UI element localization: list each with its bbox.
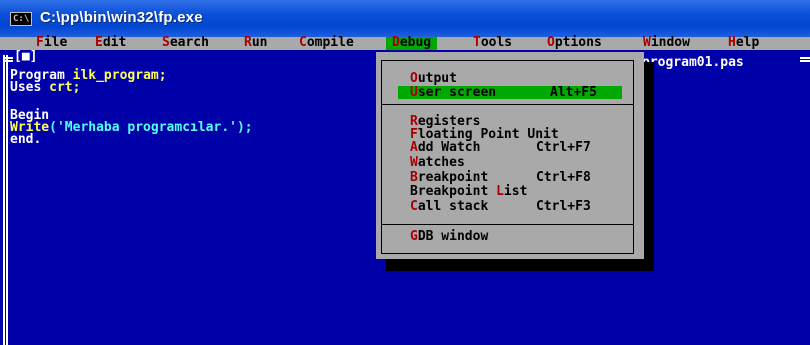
- editor-frame-top: [3, 57, 13, 62]
- debug-item-output[interactable]: Output: [410, 71, 457, 86]
- debug-item-call-stack[interactable]: Call stack Ctrl+F3: [410, 199, 591, 214]
- menu-hotkey: E: [95, 35, 103, 50]
- debug-item-add-watch[interactable]: Add Watch Ctrl+F7: [410, 140, 591, 155]
- editor-frame-left: [3, 55, 8, 345]
- menu-label: ompile: [306, 35, 354, 50]
- code-line-6[interactable]: end.: [10, 132, 42, 147]
- item-shortcut: Alt+F5: [550, 85, 597, 100]
- menu-hotkey: W: [643, 35, 651, 50]
- item-hotkey: G: [410, 229, 418, 244]
- item-hotkey: A: [410, 140, 418, 155]
- icon-text: C:\: [13, 14, 30, 24]
- menu-run[interactable]: Run: [242, 35, 269, 50]
- code-string: ('Merhaba programcılar.');: [49, 120, 253, 135]
- editor-filename: program01.pas: [642, 55, 744, 70]
- menu-file[interactable]: File: [34, 35, 69, 50]
- menu-hotkey: F: [36, 35, 44, 50]
- menu-hotkey: H: [728, 35, 736, 50]
- code-identifier: ilk_program;: [72, 68, 167, 83]
- item-label: Breakpoint: [410, 184, 497, 199]
- debug-item-gdb-window[interactable]: GDB window: [410, 229, 489, 244]
- item-hotkey: U: [410, 85, 418, 100]
- dropdown-separator: [381, 104, 634, 105]
- item-shortcut: Ctrl+F3: [536, 199, 591, 214]
- console-window-icon[interactable]: C:\: [10, 12, 32, 26]
- menu-label: earch: [169, 35, 209, 50]
- item-hotkey: B: [410, 170, 418, 185]
- title-bar[interactable]: C:\ C:\pp\bin\win32\fp.exe: [0, 0, 810, 37]
- code-line-5[interactable]: Write('Merhaba programcılar.');: [10, 120, 253, 135]
- close-window-icon[interactable]: [■]: [14, 49, 38, 64]
- menu-debug[interactable]: Debug: [386, 35, 438, 50]
- item-shortcut: Ctrl+F8: [536, 170, 591, 185]
- menu-hotkey: R: [244, 35, 252, 50]
- code-keyword: end.: [10, 132, 42, 147]
- debug-item-breakpoint-list[interactable]: Breakpoint List: [410, 184, 528, 199]
- menu-search[interactable]: Search: [160, 35, 211, 50]
- menu-help[interactable]: Help: [726, 35, 761, 50]
- menu-options[interactable]: Options: [545, 35, 604, 50]
- menu-edit[interactable]: Edit: [93, 35, 128, 50]
- item-hotkey: L: [496, 184, 504, 199]
- close-box-glyph: [■]: [14, 49, 38, 64]
- menu-label: elp: [735, 35, 760, 50]
- item-label: ser screen: [417, 85, 497, 100]
- item-shortcut: Ctrl+F7: [536, 140, 591, 155]
- menu-label: dit: [102, 35, 127, 50]
- item-label: all stack: [417, 199, 489, 214]
- menu-label: ebug: [399, 35, 432, 50]
- menu-hotkey: O: [547, 35, 555, 50]
- menu-hotkey: S: [162, 35, 170, 50]
- menu-label: ools: [480, 35, 513, 50]
- item-hotkey: W: [410, 155, 418, 170]
- menu-tools[interactable]: Tools: [471, 35, 514, 50]
- window-title: C:\pp\bin\win32\fp.exe: [40, 9, 203, 26]
- dropdown-separator: [381, 224, 634, 225]
- menu-label: indow: [650, 35, 690, 50]
- item-label: dd Watch: [417, 140, 481, 155]
- debug-item-breakpoint[interactable]: Breakpoint Ctrl+F8: [410, 170, 591, 185]
- item-hotkey: C: [410, 199, 418, 214]
- item-label: ist: [503, 184, 528, 199]
- item-label: atches: [417, 155, 465, 170]
- code-keyword: Uses: [10, 80, 50, 95]
- menu-hotkey: D: [392, 35, 400, 50]
- menu-compile[interactable]: Compile: [297, 35, 356, 50]
- menu-hotkey: T: [473, 35, 481, 50]
- item-label: utput: [417, 71, 457, 86]
- menu-label: ile: [43, 35, 68, 50]
- editor-frame-right: [800, 57, 810, 62]
- item-label: reakpoint: [417, 170, 489, 185]
- debug-item-user-screen[interactable]: User screen Alt+F5: [410, 85, 597, 100]
- menu-label: ptions: [554, 35, 602, 50]
- debug-item-watches[interactable]: Watches: [410, 155, 465, 170]
- code-identifier: crt;: [49, 80, 81, 95]
- item-label: DB window: [417, 229, 489, 244]
- menu-hotkey: C: [299, 35, 307, 50]
- menu-window[interactable]: Window: [641, 35, 692, 50]
- menu-label: un: [251, 35, 268, 50]
- code-line-2[interactable]: Uses crt;: [10, 80, 81, 95]
- item-hotkey: O: [410, 71, 418, 86]
